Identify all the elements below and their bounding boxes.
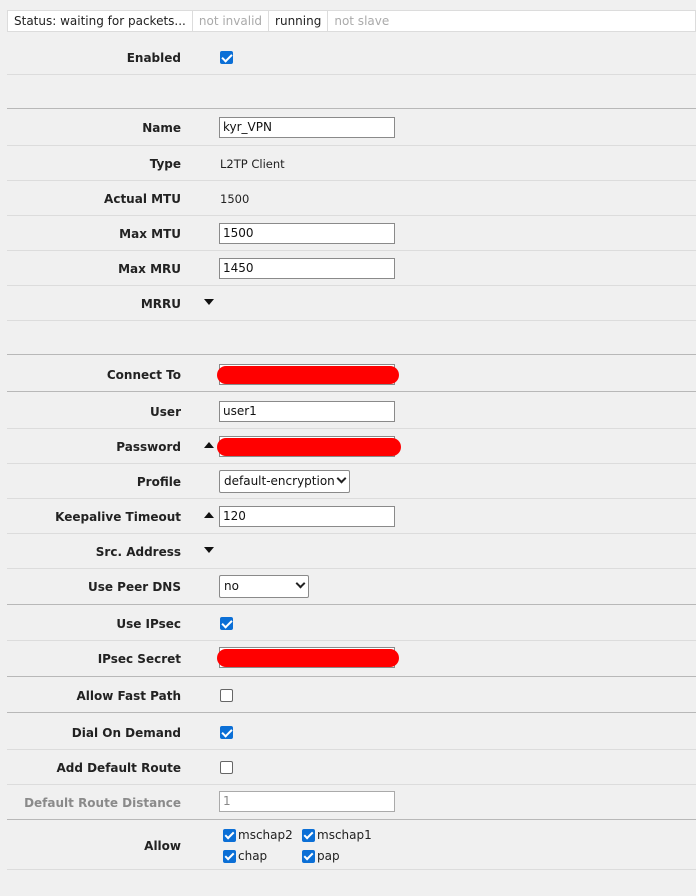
dial-on-demand-label: Dial On Demand xyxy=(71,726,181,740)
allow-chap-label: chap xyxy=(238,849,268,863)
name-input[interactable]: kyr_VPN xyxy=(219,117,395,138)
row-use-peer-dns: Use Peer DNS no xyxy=(7,569,696,605)
add-default-route-checkbox[interactable] xyxy=(220,761,233,774)
chevron-down-icon xyxy=(336,473,347,484)
src-address-label: Src. Address xyxy=(95,545,181,559)
max-mtu-label: Max MTU xyxy=(119,227,181,241)
allow-fast-path-checkbox[interactable] xyxy=(220,689,233,702)
allow-chap-checkbox[interactable] xyxy=(223,849,236,863)
row-use-ipsec: Use IPsec xyxy=(7,605,696,641)
use-ipsec-checkbox[interactable] xyxy=(220,617,233,630)
actual-mtu-label: Actual MTU xyxy=(104,192,181,206)
profile-select[interactable]: default-encryption xyxy=(219,470,350,493)
redaction-mark xyxy=(217,438,401,456)
row-actual-mtu: Actual MTU 1500 xyxy=(7,181,696,216)
status-bar: Status: waiting for packets... not inval… xyxy=(7,10,696,32)
max-mru-input[interactable]: 1450 xyxy=(219,258,395,279)
allow-mschap1-label: mschap1 xyxy=(317,828,372,842)
connect-to-label: Connect To xyxy=(106,368,181,382)
allow-fast-path-label: Allow Fast Path xyxy=(76,689,181,703)
section-spacer xyxy=(7,321,696,355)
row-profile: Profile default-encryption xyxy=(7,464,696,499)
row-connect-to: Connect To xyxy=(7,355,696,392)
password-collapse-icon[interactable] xyxy=(204,442,214,448)
enabled-checkbox[interactable] xyxy=(220,51,233,64)
type-label: Type xyxy=(149,157,181,171)
row-type: Type L2TP Client xyxy=(7,146,696,181)
allow-mschap2-label: mschap2 xyxy=(238,828,293,842)
redaction-mark xyxy=(217,366,399,384)
redaction-mark xyxy=(217,649,399,667)
allow-mschap2-checkbox[interactable] xyxy=(223,828,236,842)
section-spacer xyxy=(7,75,696,109)
row-enabled: Enabled xyxy=(7,40,696,75)
row-dial-on-demand: Dial On Demand xyxy=(7,713,696,750)
default-route-distance-label: Default Route Distance xyxy=(24,796,181,810)
allow-label: Allow xyxy=(144,839,181,853)
keepalive-collapse-icon[interactable] xyxy=(204,512,214,518)
use-ipsec-label: Use IPsec xyxy=(116,617,181,631)
allow-pap-checkbox[interactable] xyxy=(302,849,315,863)
password-label: Password xyxy=(116,440,181,454)
allow-mschap1-checkbox[interactable] xyxy=(302,828,315,842)
status-slave-flag: not slave xyxy=(334,14,390,28)
row-mrru: MRRU xyxy=(7,286,696,321)
keepalive-input[interactable]: 120 xyxy=(219,506,395,527)
use-peer-dns-select-value: no xyxy=(224,579,239,593)
use-peer-dns-select[interactable]: no xyxy=(219,575,309,598)
row-max-mtu: Max MTU 1500 xyxy=(7,216,696,251)
allow-pap-option[interactable]: pap xyxy=(302,849,340,863)
profile-label: Profile xyxy=(136,475,181,489)
actual-mtu-value: 1500 xyxy=(220,192,250,206)
chevron-down-icon xyxy=(295,578,306,589)
row-max-mru: Max MRU 1450 xyxy=(7,251,696,286)
profile-select-value: default-encryption xyxy=(224,474,335,488)
enabled-label: Enabled xyxy=(126,51,181,65)
row-add-default-route: Add Default Route xyxy=(7,750,696,785)
row-keepalive: Keepalive Timeout 120 xyxy=(7,499,696,534)
name-label: Name xyxy=(142,121,181,135)
max-mru-label: Max MRU xyxy=(118,262,181,276)
status-invalid-flag: not invalid xyxy=(193,11,270,31)
mrru-label: MRRU xyxy=(140,297,181,311)
row-default-route-distance: Default Route Distance 1 xyxy=(7,785,696,820)
row-src-address: Src. Address xyxy=(7,534,696,569)
src-address-expand-icon[interactable] xyxy=(204,547,214,553)
row-name: Name kyr_VPN xyxy=(7,109,696,146)
row-password: Password xyxy=(7,429,696,464)
dial-on-demand-checkbox[interactable] xyxy=(220,726,233,739)
row-allow: Allow mschap2 mschap1 chap pap xyxy=(7,820,696,870)
allow-mschap2-option[interactable]: mschap2 xyxy=(223,828,293,842)
keepalive-label: Keepalive Timeout xyxy=(55,510,181,524)
use-peer-dns-label: Use Peer DNS xyxy=(87,580,181,594)
mrru-expand-icon[interactable] xyxy=(204,299,214,305)
ipsec-secret-label: IPsec Secret xyxy=(97,652,181,666)
allow-pap-label: pap xyxy=(317,849,340,863)
row-user: User user1 xyxy=(7,392,696,429)
user-input[interactable]: user1 xyxy=(219,401,395,422)
row-allow-fast-path: Allow Fast Path xyxy=(7,677,696,713)
default-route-distance-input: 1 xyxy=(219,791,395,812)
allow-chap-option[interactable]: chap xyxy=(223,849,267,863)
type-value: L2TP Client xyxy=(220,157,285,171)
allow-mschap1-option[interactable]: mschap1 xyxy=(302,828,372,842)
status-text: Status: waiting for packets... xyxy=(8,11,193,31)
max-mtu-input[interactable]: 1500 xyxy=(219,223,395,244)
add-default-route-label: Add Default Route xyxy=(56,761,181,775)
status-running-flag: running xyxy=(269,11,329,31)
row-ipsec-secret: IPsec Secret xyxy=(7,641,696,677)
user-label: User xyxy=(150,405,181,419)
